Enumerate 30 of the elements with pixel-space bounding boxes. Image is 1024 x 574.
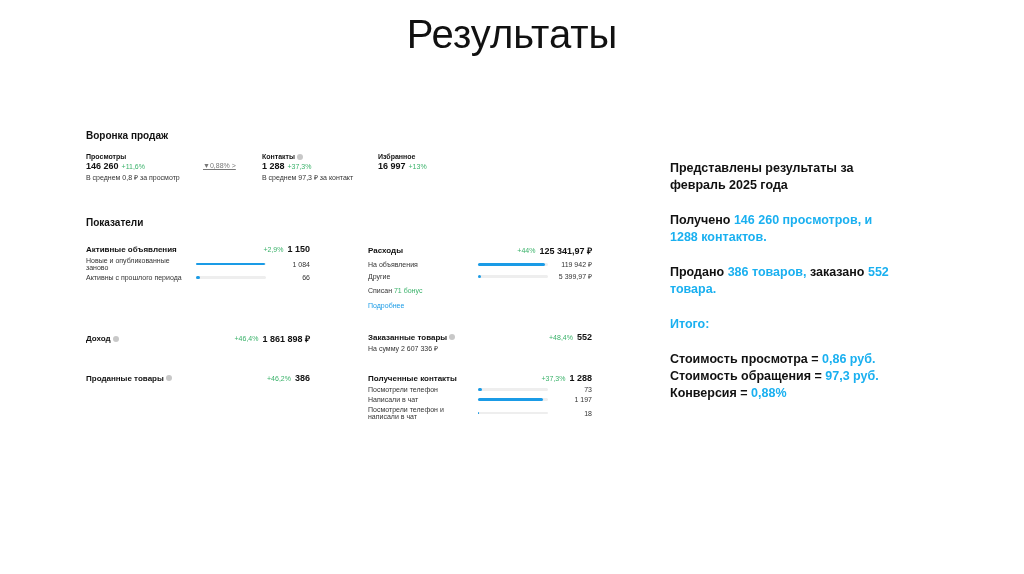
stage-value: 16 997	[378, 161, 406, 171]
progress-bar	[478, 398, 548, 401]
metric-title: Расходы	[368, 246, 403, 255]
metric-title: Заказанные товары	[368, 332, 448, 342]
metric-value: 125 341,97 ₽	[539, 245, 592, 257]
summary-paragraph: Итого:	[670, 316, 711, 333]
info-icon[interactable]	[165, 375, 172, 381]
metric-title: Доход	[86, 334, 111, 343]
section-heading: Показатели	[86, 217, 145, 228]
metric-value: 1 861 898 ₽	[262, 333, 310, 345]
metric-title: Проданные товары	[86, 373, 164, 383]
info-icon[interactable]	[112, 335, 119, 342]
progress-bar	[196, 262, 266, 266]
summary-paragraph: Стоимость просмотра = 0,86 руб. Стоимость обращения = 97,3 руб. Конверсия = 0,88%	[670, 351, 880, 402]
section-heading: Воронка продаж	[86, 130, 170, 141]
metric-value: 386	[294, 373, 310, 383]
summary-paragraph: Продано 386 товаров, заказано 552 товара.	[670, 264, 890, 298]
metric-title: Полученные контакты	[368, 373, 457, 383]
stage-value: 146 260	[86, 161, 119, 171]
metric-value: 1 150	[287, 244, 310, 254]
summary-paragraph: Представлены результаты за февраль 2025 года	[670, 160, 855, 194]
progress-bar	[478, 263, 548, 266]
stage-value: 1 288	[262, 161, 285, 171]
slide-title: Результаты	[405, 11, 619, 58]
metric-title: Активные объявления	[86, 244, 177, 254]
metric-value: 1 288	[569, 373, 592, 383]
summary-paragraph: Получено 146 260 просмотров, и 1288 контактов.	[670, 212, 874, 246]
metric-value: 552	[576, 332, 592, 342]
info-icon[interactable]	[449, 334, 456, 340]
info-icon[interactable]	[297, 153, 303, 160]
